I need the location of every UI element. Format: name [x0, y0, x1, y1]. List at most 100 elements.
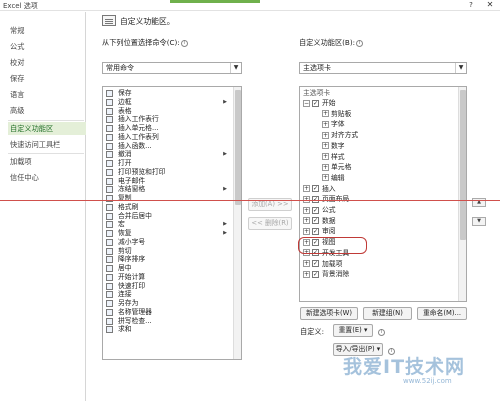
new-group-button[interactable]: 新建组(N) — [363, 307, 412, 320]
command-item[interactable]: 名称管理器 — [103, 308, 229, 317]
scrollbar-thumb[interactable] — [235, 90, 241, 205]
command-item[interactable]: 拼写检查... — [103, 317, 229, 326]
expand-icon[interactable]: + — [303, 217, 310, 225]
nav-item-proofing[interactable]: 校对 — [10, 56, 84, 69]
ribbon-tabs-tree[interactable]: 主选项卡 − ✓ 开始 + 剪贴板 + 字体 + 对齐方式 + 数字 + 样式 + 单元格 + 编辑 + ✓ 插入 + ✓… — [299, 86, 467, 302]
command-item[interactable]: 边框 ▶ — [103, 98, 229, 107]
ribbon-group-item[interactable]: + 剪贴板 — [322, 110, 351, 119]
ribbon-tab-item[interactable]: + ✓ 背景消除 — [303, 270, 349, 279]
command-item[interactable]: 减小字号 — [103, 238, 229, 247]
expand-icon[interactable]: + — [322, 163, 329, 171]
checkbox[interactable]: ✓ — [312, 217, 319, 225]
ribbon-group-item[interactable]: + 数字 — [322, 142, 345, 151]
nav-item-formulas[interactable]: 公式 — [10, 40, 84, 53]
move-down-button[interactable]: ▼ — [472, 217, 486, 226]
chevron-down-icon[interactable]: ▼ — [230, 63, 241, 73]
chevron-down-icon[interactable]: ▼ — [455, 63, 466, 73]
command-item[interactable]: 宏 ▶ — [103, 220, 229, 229]
command-item[interactable]: 插入工作表列 — [103, 133, 229, 142]
command-item[interactable]: 表格 — [103, 107, 229, 116]
nav-item-addins[interactable]: 加载项 — [10, 155, 84, 168]
checkbox[interactable]: ✓ — [312, 270, 319, 278]
ribbon-group-item[interactable]: + 单元格 — [322, 163, 351, 172]
command-item[interactable]: 打开 — [103, 159, 229, 168]
nav-item-trust-center[interactable]: 信任中心 — [10, 171, 84, 184]
commands-list-scrollbar[interactable] — [233, 87, 241, 359]
command-item[interactable]: 开始计算 — [103, 273, 229, 282]
ribbon-tab-item[interactable]: + ✓ 审阅 — [303, 227, 336, 236]
nav-divider — [8, 120, 84, 121]
command-label: 表格 — [118, 106, 132, 115]
expand-icon[interactable]: + — [322, 153, 329, 160]
name-manager-icon — [106, 308, 113, 316]
checkbox[interactable]: ✓ — [312, 185, 319, 193]
ribbon-tab-item[interactable]: + ✓ 公式 — [303, 206, 336, 215]
checkbox[interactable]: ✓ — [312, 260, 319, 267]
expand-icon[interactable]: + — [322, 131, 329, 139]
command-item[interactable]: 打印预览和打印 — [103, 168, 229, 177]
ribbon-group-item[interactable]: + 样式 — [322, 153, 345, 162]
expand-icon[interactable]: + — [322, 174, 329, 182]
tree-scrollbar[interactable] — [458, 87, 466, 301]
ribbon-group-item[interactable]: + 编辑 — [322, 174, 345, 183]
ribbon-group-item[interactable]: + 对齐方式 — [322, 131, 358, 140]
command-item[interactable]: 快速打印 — [103, 282, 229, 291]
choose-commands-dropdown[interactable]: 常用命令 ▼ — [102, 62, 242, 74]
checkbox[interactable]: ✓ — [312, 99, 319, 107]
info-icon: i — [356, 39, 364, 47]
nav-item-save[interactable]: 保存 — [10, 72, 84, 85]
checkbox[interactable]: ✓ — [312, 227, 319, 235]
expand-icon[interactable]: + — [322, 120, 329, 128]
ribbon-tab-item[interactable]: − ✓ 开始 — [303, 99, 336, 108]
command-label: 撤消 — [118, 150, 132, 159]
expand-icon[interactable]: + — [322, 142, 329, 150]
expand-icon[interactable]: + — [303, 260, 310, 267]
command-item[interactable]: 撤消 ▶ — [103, 150, 229, 159]
command-item[interactable]: 插入单元格... — [103, 124, 229, 133]
rename-button[interactable]: 重命名(M)... — [417, 307, 467, 320]
expand-icon[interactable]: + — [303, 206, 310, 214]
nav-item-language[interactable]: 语言 — [10, 88, 84, 101]
new-tab-button[interactable]: 新建选项卡(W) — [300, 307, 358, 320]
command-item[interactable]: 求和 — [103, 325, 229, 334]
expand-icon[interactable]: + — [303, 227, 310, 235]
command-item[interactable]: 插入工作表行 — [103, 115, 229, 124]
scrollbar-thumb[interactable] — [460, 90, 466, 240]
checkbox[interactable]: ✓ — [312, 206, 319, 214]
command-item[interactable]: 复制 — [103, 194, 229, 203]
expand-icon[interactable]: + — [303, 185, 310, 193]
command-item[interactable]: 保存 — [103, 89, 229, 98]
nav-item-advanced[interactable]: 高级 — [10, 104, 84, 117]
ribbon-group-item[interactable]: + 字体 — [322, 120, 345, 129]
command-item[interactable]: 居中 — [103, 264, 229, 273]
submenu-arrow-icon: ▶ — [223, 151, 227, 158]
ribbon-tab-item[interactable]: + ✓ 数据 — [303, 217, 336, 226]
command-label: 减小字号 — [118, 237, 146, 246]
command-item[interactable]: 连接 — [103, 290, 229, 299]
commands-list[interactable]: 求和 拼写检查... 名称管理器 另存为 连接 快速打印 开始计算 居中 降序排序 剪切 减小字号恢… — [102, 86, 242, 360]
nav-item-general[interactable]: 常规 — [10, 24, 84, 37]
command-item[interactable]: 恢复 ▶ — [103, 229, 229, 238]
nav-item-customize-ribbon[interactable]: 自定义功能区 — [8, 122, 86, 135]
command-item[interactable]: 电子邮件 — [103, 177, 229, 186]
customize-ribbon-dropdown[interactable]: 主选项卡 ▼ — [299, 62, 467, 74]
command-item[interactable]: 格式刷 — [103, 203, 229, 212]
quick-print-icon — [106, 282, 113, 290]
command-item[interactable]: 冻结窗格 ▶ — [103, 185, 229, 194]
command-item[interactable]: 剪切 — [103, 247, 229, 256]
command-item[interactable]: 降序排序 — [103, 255, 229, 264]
nav-item-quick-access-toolbar[interactable]: 快速访问工具栏 — [10, 138, 84, 151]
expand-icon[interactable]: + — [303, 270, 310, 278]
ribbon-tab-item[interactable]: + ✓ 加载项 — [303, 260, 342, 269]
command-item[interactable]: 插入函数... — [103, 142, 229, 151]
close-button[interactable]: ✕ — [482, 0, 498, 10]
reset-button[interactable]: 重置(E) ▾ — [333, 324, 373, 337]
remove-button[interactable]: << 删除(R) — [248, 217, 292, 230]
collapse-icon[interactable]: − — [303, 99, 310, 107]
options-nav: 常规 公式 校对 保存 语言 高级 自定义功能区 快速访问工具栏 加载项 信任中… — [0, 12, 86, 401]
command-item[interactable]: 另存为 — [103, 299, 229, 308]
ribbon-tab-item[interactable]: + ✓ 插入 — [303, 185, 336, 194]
command-item[interactable]: 合并后居中 — [103, 212, 229, 221]
help-button[interactable]: ? — [464, 1, 478, 9]
expand-icon[interactable]: + — [322, 110, 329, 118]
